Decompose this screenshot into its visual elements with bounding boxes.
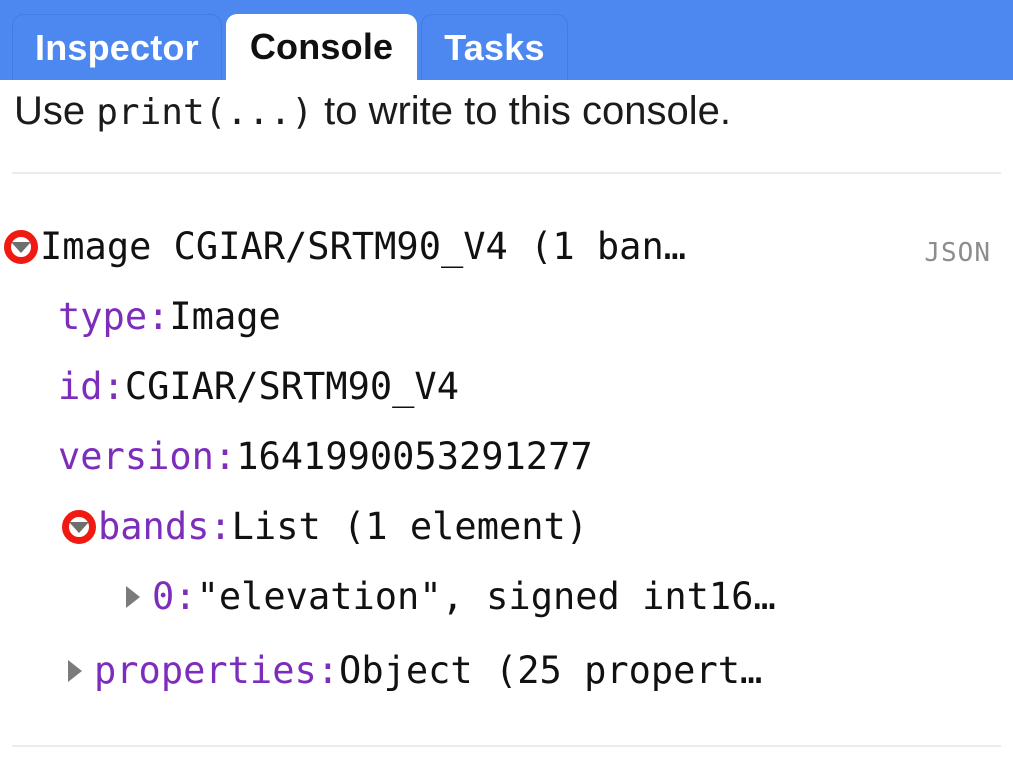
tree-row-version[interactable]: version: 1641990053291277 — [0, 422, 1013, 492]
tree-row-bands[interactable]: bands: List (1 element) — [0, 492, 1013, 562]
console-hint: Use print(...) to write to this console. — [0, 80, 1013, 136]
tab-inspector-label: Inspector — [35, 26, 199, 68]
tab-bar: Inspector Console Tasks — [0, 0, 1013, 80]
tab-inspector[interactable]: Inspector — [12, 14, 222, 80]
expand-toggle-bands-icon[interactable] — [62, 510, 96, 544]
tree-row-id-value: CGIAR/SRTM90_V4 — [124, 365, 459, 408]
tree-row-root[interactable]: Image CGIAR/SRTM90_V4 (1 ban… — [0, 212, 1013, 282]
tree-row-type-key: type: — [58, 295, 170, 338]
tree-row-id[interactable]: id: CGIAR/SRTM90_V4 — [0, 352, 1013, 422]
tree-row-root-value: Image CGIAR/SRTM90_V4 (1 ban… — [40, 225, 687, 268]
collapse-toggle-band-0-icon[interactable] — [120, 580, 146, 614]
tree-row-properties[interactable]: properties: Object (25 propert… — [0, 636, 1013, 706]
console-hint-code: print(...) — [96, 92, 313, 133]
tree-row-bands-value: List (1 element) — [231, 505, 589, 548]
tree-row-version-value: 1641990053291277 — [236, 435, 593, 478]
tab-console-label: Console — [249, 26, 394, 67]
console-hint-suffix: to write to this console. — [313, 89, 731, 133]
tab-tasks[interactable]: Tasks — [421, 14, 568, 80]
console-divider-bottom — [12, 745, 1001, 747]
expand-toggle-root-icon[interactable] — [4, 230, 38, 264]
tree-row-bands-key: bands: — [98, 505, 232, 548]
json-tree: JSON Image CGIAR/SRTM90_V4 (1 ban… type:… — [0, 174, 1013, 706]
console-pane: Use print(...) to write to this console.… — [0, 80, 1013, 779]
collapse-toggle-properties-icon[interactable] — [62, 654, 88, 688]
tree-row-band-0-key: 0: — [152, 575, 197, 618]
tab-console[interactable]: Console — [225, 14, 418, 80]
tree-row-type-value: Image — [169, 295, 281, 338]
tree-row-version-key: version: — [58, 435, 237, 478]
console-hint-prefix: Use — [14, 89, 97, 133]
tree-row-properties-key: properties: — [94, 649, 340, 692]
tree-row-band-0-value: "elevation", signed int16… — [196, 575, 776, 618]
tree-row-id-key: id: — [58, 365, 125, 408]
tree-row-band-0[interactable]: 0: "elevation", signed int16… — [0, 562, 1013, 632]
tab-tasks-label: Tasks — [444, 26, 545, 68]
tree-row-properties-value: Object (25 propert… — [339, 649, 763, 692]
tree-row-type[interactable]: type: Image — [0, 282, 1013, 352]
